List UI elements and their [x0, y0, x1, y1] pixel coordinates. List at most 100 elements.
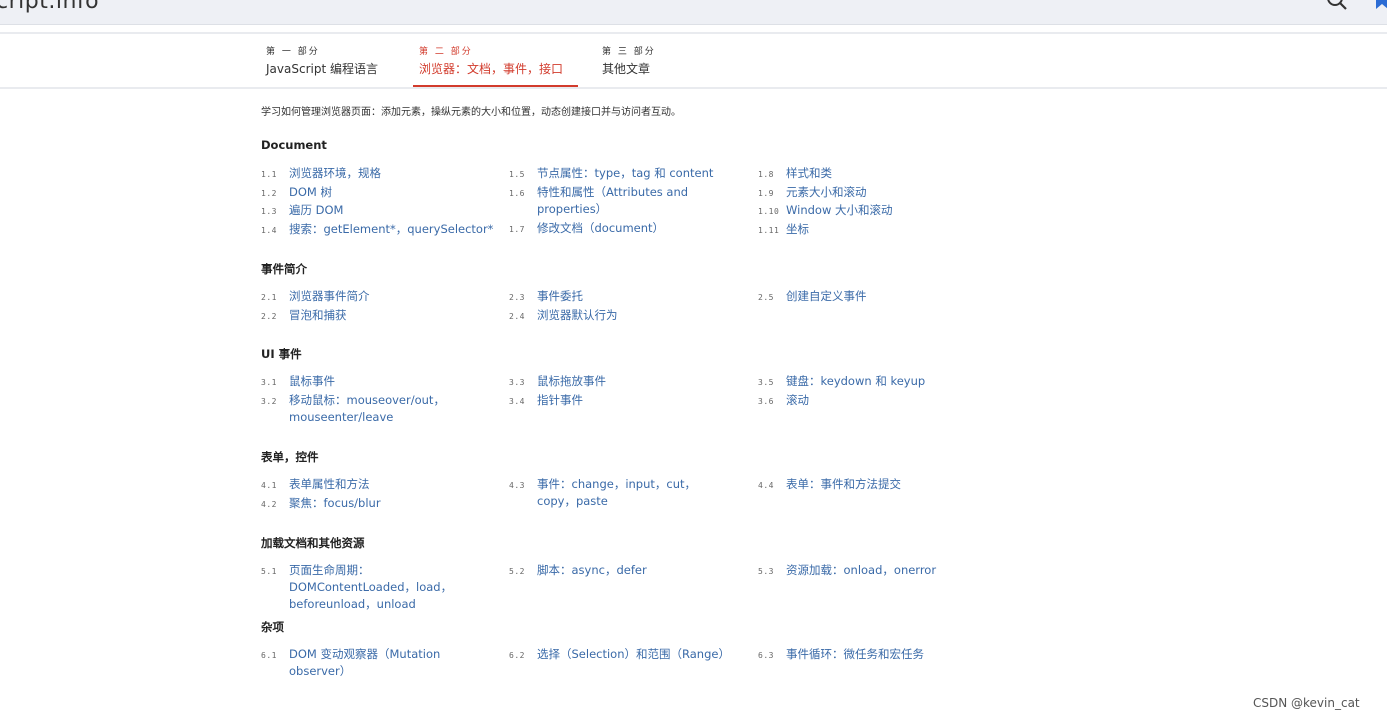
item-link[interactable]: 键盘：keydown 和 keyup: [786, 373, 978, 390]
item-link[interactable]: 修改文档（document）: [537, 220, 729, 237]
item-link[interactable]: 资源加载：onload，onerror: [786, 562, 998, 579]
item-link[interactable]: 表单属性和方法: [289, 476, 481, 493]
list-item[interactable]: 1.11 坐标: [758, 221, 978, 238]
list-item[interactable]: 1.5 节点属性：type，tag 和 content: [509, 165, 729, 182]
tab-title: 其他文章: [602, 62, 651, 76]
item-link[interactable]: 滚动: [786, 392, 978, 409]
item-link[interactable]: 遍历 DOM: [289, 202, 481, 219]
section-title-events-intro: 事件简介: [261, 262, 307, 276]
item-number: 2.2: [261, 312, 277, 321]
list-item[interactable]: 5.1 页面生命周期：DOMContentLoaded，load，beforeun…: [261, 562, 496, 613]
item-link[interactable]: 聚焦：focus/blur: [289, 495, 481, 512]
item-number: 2.1: [261, 293, 277, 302]
item-link[interactable]: 浏览器默认行为: [537, 307, 729, 324]
site-logo[interactable]: cript.info: [0, 0, 99, 14]
item-link[interactable]: 坐标: [786, 221, 978, 238]
item-link[interactable]: DOM 变动观察器（Mutation observer）: [289, 646, 461, 680]
item-link[interactable]: 选择（Selection）和范围（Range）: [537, 646, 730, 663]
item-number: 2.4: [509, 312, 525, 321]
item-link[interactable]: 冒泡和捕获: [289, 307, 481, 324]
item-link[interactable]: 特性和属性（Attributes and properties）: [537, 184, 709, 218]
list-item[interactable]: 1.10 Window 大小和滚动: [758, 202, 978, 219]
item-link[interactable]: 脚本：async，defer: [537, 562, 729, 579]
site-header: cript.info: [0, 0, 1387, 25]
item-number: 1.10: [758, 207, 780, 216]
item-number: 5.1: [261, 567, 277, 576]
item-link[interactable]: 创建自定义事件: [786, 288, 978, 305]
list-item[interactable]: 2.1 浏览器事件简介: [261, 288, 481, 305]
item-link[interactable]: 指针事件: [537, 392, 729, 409]
item-number: 3.1: [261, 378, 277, 387]
item-link[interactable]: 节点属性：type，tag 和 content: [537, 165, 729, 182]
item-link[interactable]: 元素大小和滚动: [786, 184, 978, 201]
section-title-misc: 杂项: [261, 620, 284, 634]
tab-part-label: 第 一 部分: [266, 47, 320, 57]
list-item[interactable]: 6.2 选择（Selection）和范围（Range）: [509, 646, 730, 663]
item-number: 4.4: [758, 481, 774, 490]
list-item[interactable]: 5.2 脚本：async，defer: [509, 562, 729, 579]
item-link[interactable]: 鼠标拖放事件: [537, 373, 729, 390]
item-link[interactable]: 事件委托: [537, 288, 729, 305]
item-link[interactable]: Window 大小和滚动: [786, 202, 978, 219]
item-number: 4.3: [509, 481, 525, 490]
list-item[interactable]: 4.1 表单属性和方法: [261, 476, 481, 493]
item-link[interactable]: DOM 树: [289, 184, 481, 201]
item-number: 1.11: [758, 226, 780, 235]
list-item[interactable]: 1.7 修改文档（document）: [509, 220, 729, 237]
list-item[interactable]: 2.2 冒泡和捕获: [261, 307, 481, 324]
item-number: 1.3: [261, 207, 277, 216]
tab-part-1[interactable]: 第 一 部分 JavaScript 编程语言: [266, 44, 378, 85]
list-item[interactable]: 1.6 特性和属性（Attributes and properties）: [509, 184, 709, 218]
item-number: 6.3: [758, 651, 774, 660]
list-item[interactable]: 1.4 搜索：getElement*，querySelector*: [261, 221, 501, 238]
tab-title: JavaScript 编程语言: [266, 62, 378, 76]
item-number: 1.6: [509, 189, 525, 198]
item-number: 4.1: [261, 481, 277, 490]
item-link[interactable]: 表单：事件和方法提交: [786, 476, 978, 493]
item-link[interactable]: 浏览器事件简介: [289, 288, 481, 305]
tab-part-2[interactable]: 第 二 部分 浏览器：文档，事件，接口: [413, 44, 578, 87]
list-item[interactable]: 1.3 遍历 DOM: [261, 202, 481, 219]
list-item[interactable]: 3.2 移动鼠标：mouseover/out，mouseenter/leave: [261, 392, 461, 426]
watermark: CSDN @kevin_cat: [1253, 696, 1360, 710]
list-item[interactable]: 6.1 DOM 变动观察器（Mutation observer）: [261, 646, 461, 680]
list-item[interactable]: 2.3 事件委托: [509, 288, 729, 305]
search-icon[interactable]: [1326, 0, 1348, 10]
item-link[interactable]: 样式和类: [786, 165, 978, 182]
part-intro: 学习如何管理浏览器页面：添加元素，操纵元素的大小和位置，动态创建接口并与访问者互…: [261, 107, 681, 118]
item-link[interactable]: 事件：change，input，cut，copy，paste: [537, 476, 729, 510]
list-item[interactable]: 1.2 DOM 树: [261, 184, 481, 201]
item-number: 1.4: [261, 226, 277, 235]
list-item[interactable]: 4.3 事件：change，input，cut，copy，paste: [509, 476, 729, 510]
list-item[interactable]: 3.4 指针事件: [509, 392, 729, 409]
tab-part-label: 第 三 部分: [602, 47, 656, 57]
list-item[interactable]: 2.5 创建自定义事件: [758, 288, 978, 305]
item-number: 1.2: [261, 189, 277, 198]
list-item[interactable]: 3.1 鼠标事件: [261, 373, 481, 390]
item-link[interactable]: 鼠标事件: [289, 373, 481, 390]
item-number: 6.1: [261, 651, 277, 660]
item-link[interactable]: 搜索：getElement*，querySelector*: [289, 221, 501, 238]
list-item[interactable]: 1.9 元素大小和滚动: [758, 184, 978, 201]
section-title-forms: 表单，控件: [261, 450, 319, 464]
bookmark-icon[interactable]: [1375, 0, 1387, 10]
item-link[interactable]: 事件循环：微任务和宏任务: [786, 646, 978, 663]
item-link[interactable]: 移动鼠标：mouseover/out，mouseenter/leave: [289, 392, 461, 426]
list-item[interactable]: 3.3 鼠标拖放事件: [509, 373, 729, 390]
list-item[interactable]: 2.4 浏览器默认行为: [509, 307, 729, 324]
list-item[interactable]: 4.2 聚焦：focus/blur: [261, 495, 481, 512]
list-item[interactable]: 4.4 表单：事件和方法提交: [758, 476, 978, 493]
item-number: 4.2: [261, 500, 277, 509]
list-item[interactable]: 3.6 滚动: [758, 392, 978, 409]
item-number: 1.1: [261, 170, 277, 179]
list-item[interactable]: 5.3 资源加载：onload，onerror: [758, 562, 998, 579]
list-item[interactable]: 6.3 事件循环：微任务和宏任务: [758, 646, 978, 663]
list-item[interactable]: 3.5 键盘：keydown 和 keyup: [758, 373, 978, 390]
tab-part-3[interactable]: 第 三 部分 其他文章: [602, 44, 656, 85]
list-item[interactable]: 1.1 浏览器环境，规格: [261, 165, 481, 182]
section-title-document: Document: [261, 138, 327, 152]
item-link[interactable]: 页面生命周期：DOMContentLoaded，load，beforeunloa…: [289, 562, 496, 613]
item-number: 2.5: [758, 293, 774, 302]
list-item[interactable]: 1.8 样式和类: [758, 165, 978, 182]
item-link[interactable]: 浏览器环境，规格: [289, 165, 481, 182]
